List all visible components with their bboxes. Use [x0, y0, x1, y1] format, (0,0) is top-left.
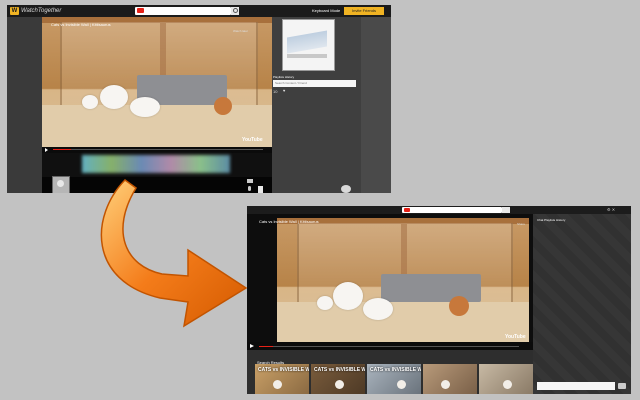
sidebar-tabs[interactable]: Chat Playlists History [537, 218, 565, 222]
thumbnail-image [479, 364, 533, 394]
youtube-watermark: YouTube [242, 137, 263, 143]
search-result-thumbnail[interactable] [423, 364, 477, 394]
video-frame: YouTube [277, 218, 529, 342]
thumbnail-cat [397, 380, 406, 389]
cat-white-2 [100, 85, 128, 109]
thumbnail-image [423, 364, 477, 394]
invite-friends-button[interactable]: Invite Friends [344, 7, 384, 15]
search-result-thumbnail[interactable]: CATS vs INVISIBLE WALL [255, 364, 309, 394]
after-screenshot: ⚙ ✕ YouTube Cats vs Invisible Wall | Kit… [247, 206, 631, 394]
search-result-thumbnail[interactable]: CATS vs INVISIBLE WALL [311, 364, 365, 394]
play-icon[interactable] [45, 148, 48, 152]
cat-white-1 [317, 296, 333, 310]
video-frame: YouTube [42, 17, 272, 147]
search-result-title: CATS vs INVISIBLE WALL [370, 367, 421, 373]
cat-white-3 [363, 298, 393, 320]
before-screenshot: W WatchTogether Keyboard Mode Invite Fri… [7, 5, 391, 193]
window-controls[interactable]: ⚙ ✕ [607, 208, 615, 212]
cat-orange [449, 296, 469, 316]
search-result-title: CATS vs INVISIBLE WALL [258, 367, 309, 373]
chat-input[interactable] [537, 382, 615, 390]
blurred-thumbnails [82, 155, 230, 173]
sofa [381, 274, 481, 302]
share-button[interactable]: Share [517, 222, 525, 226]
search-input[interactable] [135, 7, 231, 15]
send-icon[interactable] [618, 383, 626, 389]
progress-fill [259, 346, 273, 347]
chat-bubble-icon[interactable] [341, 185, 351, 193]
video-player[interactable]: YouTube [247, 214, 533, 350]
thumbnail-cat [335, 380, 344, 389]
sidebar-tabs[interactable]: Playlists History [273, 75, 294, 79]
panel-handle[interactable] [258, 186, 263, 193]
cat-white-1 [82, 95, 98, 109]
cat-white-2 [333, 282, 363, 310]
youtube-source-icon [404, 208, 410, 212]
progress-fill [53, 149, 71, 150]
heart-icon[interactable]: ♥ [283, 88, 285, 93]
app-logo-text[interactable]: WatchTogether [21, 7, 61, 15]
transition-arrow-icon [100, 179, 248, 328]
thumbnail-cat [441, 380, 450, 389]
progress-bar[interactable] [53, 149, 263, 150]
keyboard-mode-link[interactable]: Keyboard Mode [312, 8, 340, 14]
sidebar-count: 10 [273, 89, 278, 94]
sidebar-search-input[interactable]: Search Content / Friend [273, 80, 356, 87]
sidebar-background [533, 206, 631, 394]
search-input[interactable] [402, 207, 502, 213]
youtube-source-icon [137, 8, 144, 13]
thumbnail-cat [503, 380, 512, 389]
search-button[interactable] [231, 7, 239, 15]
video-title[interactable]: Cats vs Invisible Wall | Kittisaurus [51, 22, 111, 28]
floor [277, 302, 529, 342]
video-title[interactable]: Cats vs Invisible Wall | Kittisaurus [259, 219, 319, 224]
avatar[interactable] [52, 176, 70, 193]
cat-orange [214, 97, 232, 115]
sidebar-thumbnail[interactable] [282, 19, 335, 71]
app-logo-icon[interactable]: W [10, 7, 19, 15]
watch-later-button[interactable]: Watch later [233, 29, 248, 33]
search-button[interactable] [502, 207, 510, 213]
cat-white-3 [130, 97, 160, 117]
search-result-thumbnail[interactable]: CATS vs INVISIBLE WALL [367, 364, 421, 394]
thumbnail-cat [273, 380, 282, 389]
youtube-watermark: YouTube [505, 334, 526, 340]
video-player[interactable]: YouTube [42, 17, 272, 147]
search-result-title: CATS vs INVISIBLE WALL [314, 367, 365, 373]
progress-bar[interactable] [259, 346, 519, 347]
search-result-thumbnail[interactable] [479, 364, 533, 394]
right-column [361, 17, 391, 193]
play-icon[interactable] [250, 344, 254, 348]
